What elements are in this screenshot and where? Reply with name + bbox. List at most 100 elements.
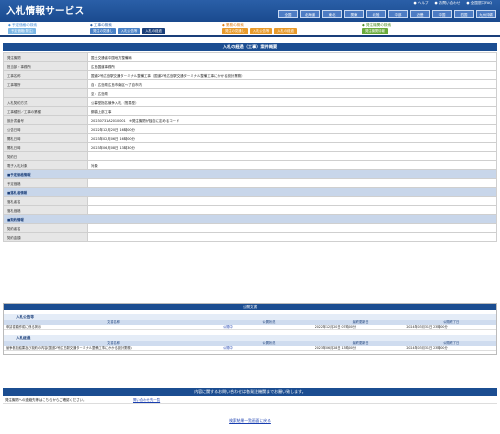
nav-button[interactable]: 予定価格(発注): [8, 28, 37, 34]
region-tab[interactable]: 中国: [432, 10, 452, 18]
document-end: 2024年03月31日 23時00分: [406, 346, 448, 350]
info-label: 担当部・事務所: [3, 61, 88, 71]
info-row: 入札契約方式 公募型指名競争入札（簡易型）: [3, 97, 497, 107]
document-status-link[interactable]: 公開中: [223, 325, 315, 329]
region-tabs: 全国 北海道 東北 関東 北陸 中部 近畿 中国 四国 九州沖縄: [278, 10, 496, 18]
document-updated: 2022年12月20日 07時00分: [314, 325, 357, 329]
info-row: ■契約情報: [3, 214, 497, 224]
info-label: 工事種別／工事の業種: [3, 106, 88, 116]
info-label: 予定価格: [3, 178, 88, 188]
nav-button[interactable]: 発注の見通し: [222, 28, 248, 34]
help-link[interactable]: ● ヘルプ: [413, 1, 428, 6]
nav-button[interactable]: 入札の経過: [274, 28, 297, 34]
contact-list-link[interactable]: 問い合わせ先一覧: [133, 397, 160, 402]
info-row: 担当部・事務所 広島国道事務所: [3, 61, 497, 71]
info-value: 2022年12月20日 16時00分: [87, 124, 497, 134]
region-tab[interactable]: 全国: [278, 10, 298, 18]
info-subsection-label: ■契約情報: [3, 214, 497, 224]
info-label: 設計書番号: [3, 115, 88, 125]
nav-group-agency: ◆ 発注機関の検索 発注機関情報: [362, 22, 391, 34]
info-subsection-label: ■落札者情報: [3, 187, 497, 197]
info-row: 落札者名: [3, 196, 497, 206]
info-row: 発注機関 国土交通省中国地方整備局: [3, 52, 497, 62]
info-value: [87, 196, 497, 206]
case-info-table: 発注機関 国土交通省中国地方整備局 担当部・事務所 広島国道事務所 工事名称 国道2号広島…: [3, 52, 497, 242]
info-row: 契約日: [3, 151, 497, 161]
info-label: 入札契約方式: [3, 97, 88, 107]
back-section: 検索結果一覧画面に戻る: [0, 418, 500, 424]
info-row: 設計書番号 20230731A2010001 ※発注機関が独自に定めるコード: [3, 115, 497, 125]
public-documents: 公開文書 入札公告等 文書名称 公開状況 最終更新日 公開終了日 申請書類作成に…: [3, 303, 497, 355]
contact-text: 発注機関への連絡先等はこちらからご確認ください。: [5, 398, 87, 402]
info-row: 工事名称 国道2号広島駅交通ターミナル整備工事（国道2号広島駅交通ターミナル整備工…: [3, 70, 497, 80]
region-tab[interactable]: 東北: [322, 10, 342, 18]
region-tab[interactable]: 四国: [454, 10, 474, 18]
info-value: 2023年06月08日 13時30分: [87, 142, 497, 152]
info-value: [87, 178, 497, 188]
info-label: 契約金額: [3, 232, 88, 242]
nav-button[interactable]: 入札公告等: [117, 28, 141, 34]
info-row: 開札日時 2023年02月06日 16時00分: [3, 133, 497, 143]
info-value: 20230731A2010001 ※発注機関が独自に定めるコード: [87, 115, 497, 125]
contact-section: 内容に関するお問い合わせは各発注機関までお願い致します。 発注機関への連絡先等は…: [3, 388, 497, 404]
nav-divider: [0, 35, 500, 37]
info-value: 自：広島県広島市南区～了自市内: [87, 79, 497, 89]
info-value: [87, 232, 497, 242]
info-row: ■予定価格情報: [3, 169, 497, 179]
faq-link[interactable]: ● 全国窓口FAQ: [466, 1, 492, 6]
nav-button[interactable]: 発注機関情報: [362, 28, 388, 34]
back-to-results-link[interactable]: 検索結果一覧画面に戻る: [229, 418, 271, 423]
document-updated: 2023年06月28日 13時00分: [314, 346, 357, 350]
info-row: 契約金額: [3, 232, 497, 242]
document-end: 2024年03月31日 23時00分: [406, 325, 448, 329]
region-tab[interactable]: 近畿: [410, 10, 430, 18]
info-label: 契約者名: [3, 223, 88, 233]
search-nav: ◆ 予定価格の検索 予定価格(発注) ◆ 工事の検索 発注の見通し 入札公告等 …: [0, 22, 500, 35]
nav-group-price: ◆ 予定価格の検索 予定価格(発注): [8, 22, 37, 34]
nav-group-services: ◆ 業務の検索 発注の見通し 入札公告等 入札の経過: [222, 22, 297, 34]
info-row: 予定価格: [3, 178, 497, 188]
info-row: 工事種別／工事の業種 鋼橋上部工事: [3, 106, 497, 116]
info-value: 広島国道事務所: [87, 61, 497, 71]
info-value: 至：広島県: [87, 88, 497, 98]
region-tab[interactable]: 九州沖縄: [476, 10, 496, 18]
info-value: 国土交通省中国地方整備局: [87, 52, 497, 62]
contact-row: 発注機関への連絡先等はこちらからご確認ください。 問い合わせ先一覧: [3, 396, 497, 404]
site-logo[interactable]: 入札情報サービス: [6, 3, 84, 17]
contact-link[interactable]: ● お問い合わせ: [435, 1, 461, 6]
info-label: 契約日: [3, 151, 88, 161]
info-value: 鋼橋上部工事: [87, 106, 497, 116]
info-row: 公告日時 2022年12月20日 16時00分: [3, 124, 497, 134]
nav-button-active[interactable]: 入札の経過: [142, 28, 165, 34]
info-row: 工事場所 自：広島県広島市南区～了自市内: [3, 79, 497, 89]
info-label: 工事場所: [3, 79, 88, 89]
info-value: 対象: [87, 160, 497, 170]
header-bar: 入札情報サービス ● ヘルプ ● お問い合わせ ● 全国窓口FAQ 全国 北海道…: [0, 0, 500, 22]
info-label: [3, 88, 88, 98]
info-label: 工事名称: [3, 70, 88, 80]
nav-button[interactable]: 入札公告等: [249, 28, 273, 34]
info-value: 2023年02月06日 16時00分: [87, 133, 497, 143]
contact-title: 内容に関するお問い合わせは各発注機関までお願い致します。: [3, 388, 497, 396]
info-value: [87, 205, 497, 215]
region-tab[interactable]: 関東: [344, 10, 364, 18]
info-value: 国道2号広島駅交通ターミナル整備工事（国道2号広島駅交通ターミナル整備工事にかか…: [87, 70, 497, 80]
document-name: 競争参加結果及び契約の内容(国道2号広島駅交通ターミナル整備工事にかかる設計業務…: [6, 346, 132, 350]
info-value: 公募型指名競争入札（簡易型）: [87, 97, 497, 107]
info-value: [87, 223, 497, 233]
info-row: 落札価格: [3, 205, 497, 215]
info-label: 開札日時: [3, 133, 88, 143]
nav-button[interactable]: 発注の見通し: [90, 28, 116, 34]
region-tab[interactable]: 中部: [388, 10, 408, 18]
info-label: 電子入札対象: [3, 160, 88, 170]
info-row: 開札日時 2023年06月08日 13時30分: [3, 142, 497, 152]
nav-group-construction: ◆ 工事の検索 発注の見通し 入札公告等 入札の経過: [90, 22, 165, 34]
info-row: 契約者名: [3, 223, 497, 233]
page-title: 入札の経過（工事）案件概要: [3, 43, 497, 51]
document-status-link[interactable]: 公開中: [223, 346, 315, 350]
region-tab[interactable]: 北陸: [366, 10, 386, 18]
region-tab[interactable]: 北海道: [300, 10, 320, 18]
info-label: 落札者名: [3, 196, 88, 206]
info-label: 開札日時: [3, 142, 88, 152]
top-links: ● ヘルプ ● お問い合わせ ● 全国窓口FAQ: [413, 1, 492, 6]
